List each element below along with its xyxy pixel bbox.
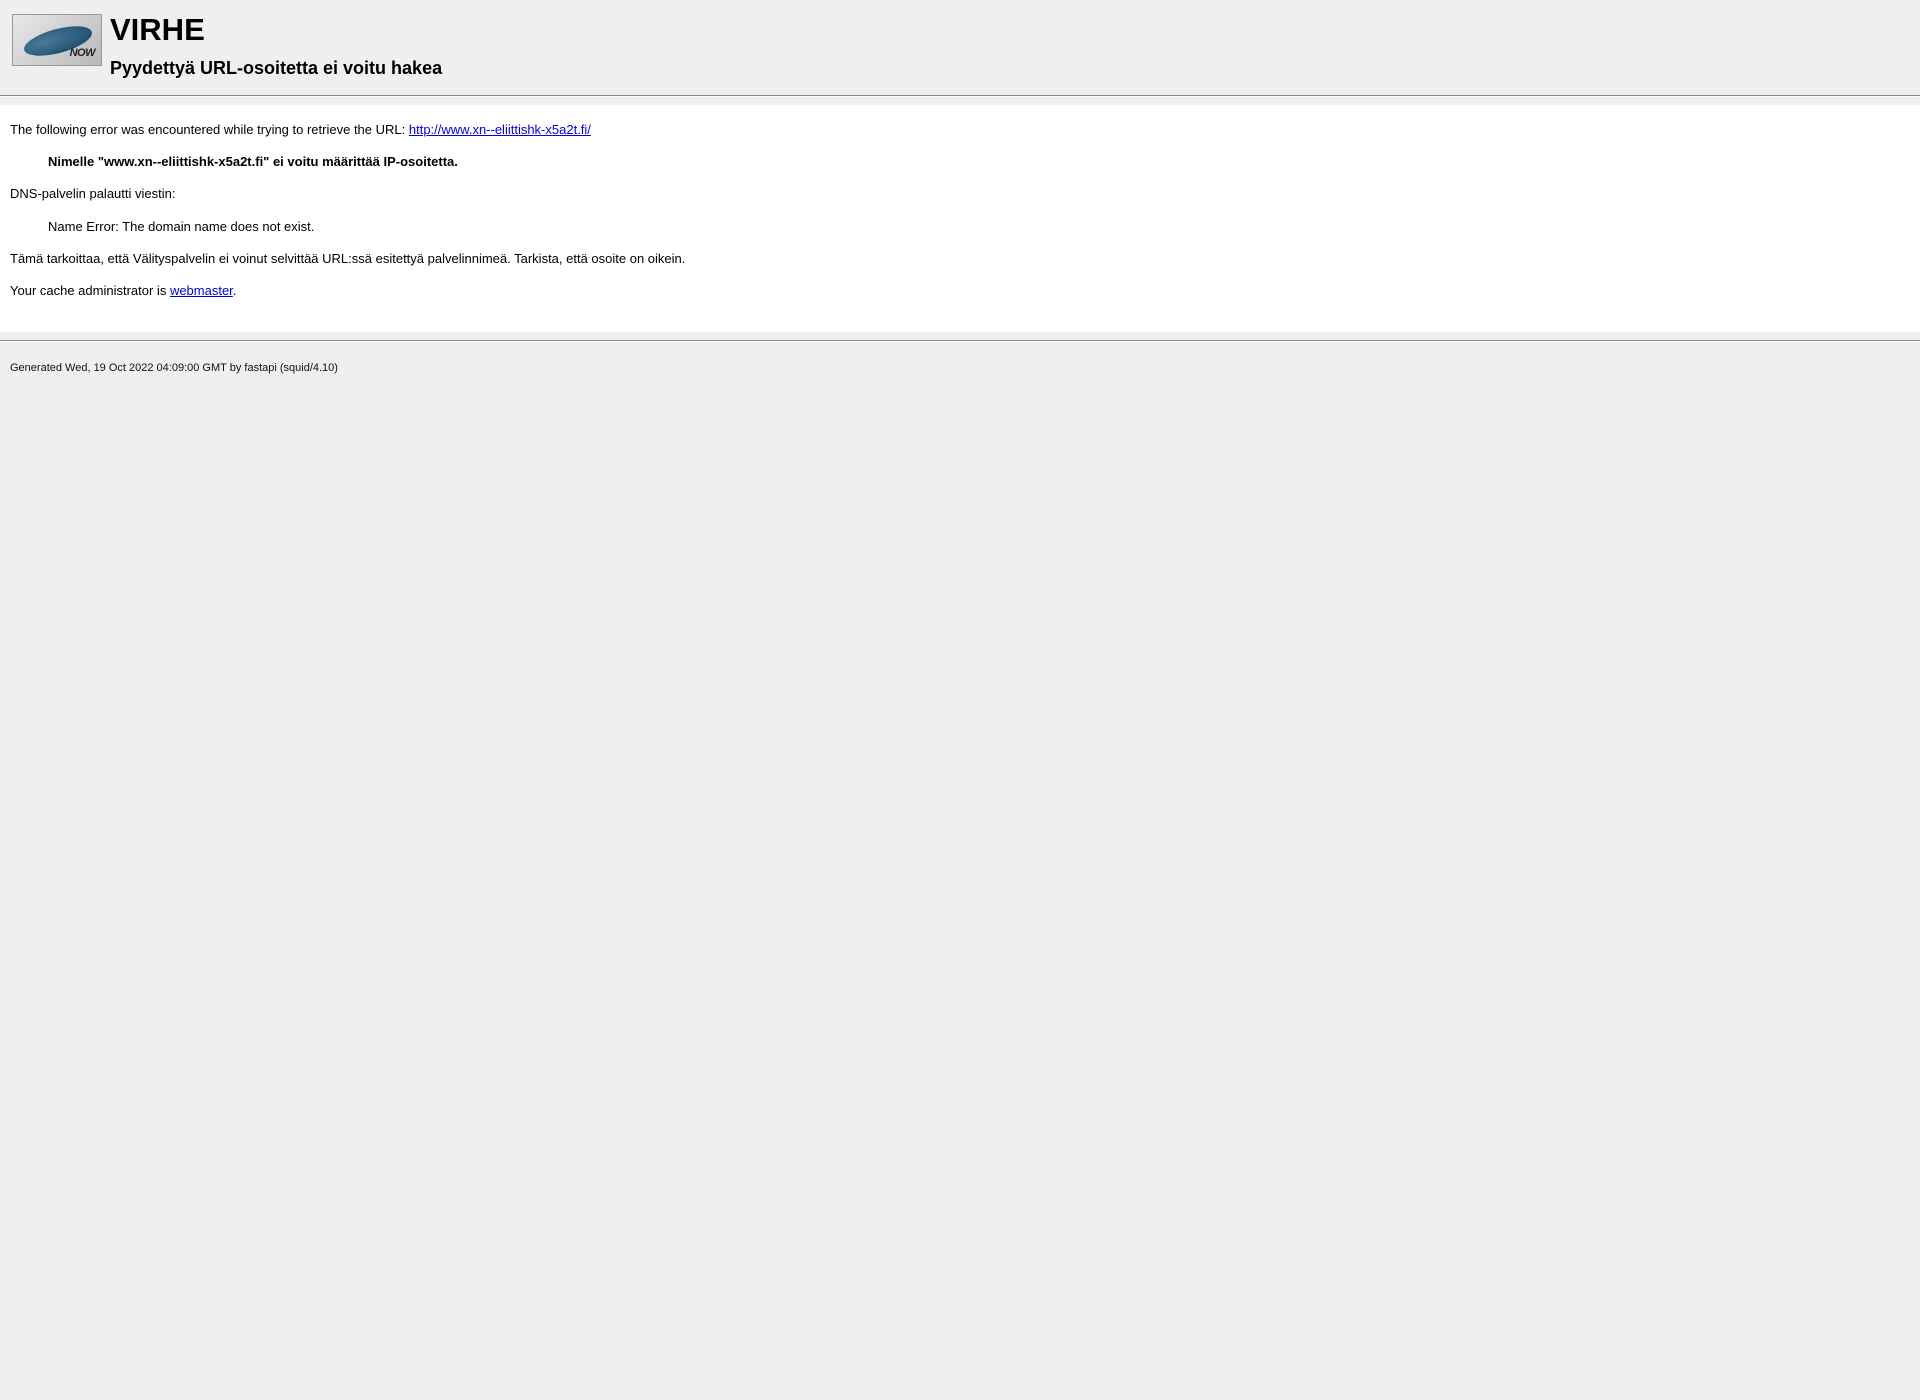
error-title: VIRHE: [110, 12, 442, 48]
dns-message: Name Error: The domain name does not exi…: [48, 218, 1910, 236]
admin-prefix: Your cache administrator is: [10, 283, 170, 298]
webmaster-link[interactable]: webmaster: [170, 283, 233, 298]
title-block: VIRHE Pyydettyä URL-osoitetta ei voitu h…: [110, 10, 442, 79]
squid-logo: NOW: [12, 14, 102, 66]
top-divider: [0, 95, 1920, 97]
explanation-line: Tämä tarkoittaa, että Välityspalvelin ei…: [10, 250, 1910, 268]
footer-generated: Generated Wed, 19 Oct 2022 04:09:00 GMT …: [0, 350, 1920, 386]
intro-line: The following error was encountered whil…: [10, 121, 1910, 139]
page-header: NOW VIRHE Pyydettyä URL-osoitetta ei voi…: [0, 0, 1920, 87]
admin-suffix: .: [233, 283, 237, 298]
intro-prefix: The following error was encountered whil…: [10, 122, 409, 137]
bottom-divider: [0, 340, 1920, 342]
error-detail-bold: Nimelle "www.xn--eliittishk-x5a2t.fi" ei…: [48, 153, 1910, 171]
admin-line: Your cache administrator is webmaster.: [10, 282, 1910, 300]
error-subtitle: Pyydettyä URL-osoitetta ei voitu hakea: [110, 58, 442, 79]
dns-returned-line: DNS-palvelin palautti viestin:: [10, 185, 1910, 203]
error-content: The following error was encountered whil…: [0, 105, 1920, 332]
failed-url-link[interactable]: http://www.xn--eliittishk-x5a2t.fi/: [409, 122, 591, 137]
logo-text: NOW: [70, 47, 95, 59]
